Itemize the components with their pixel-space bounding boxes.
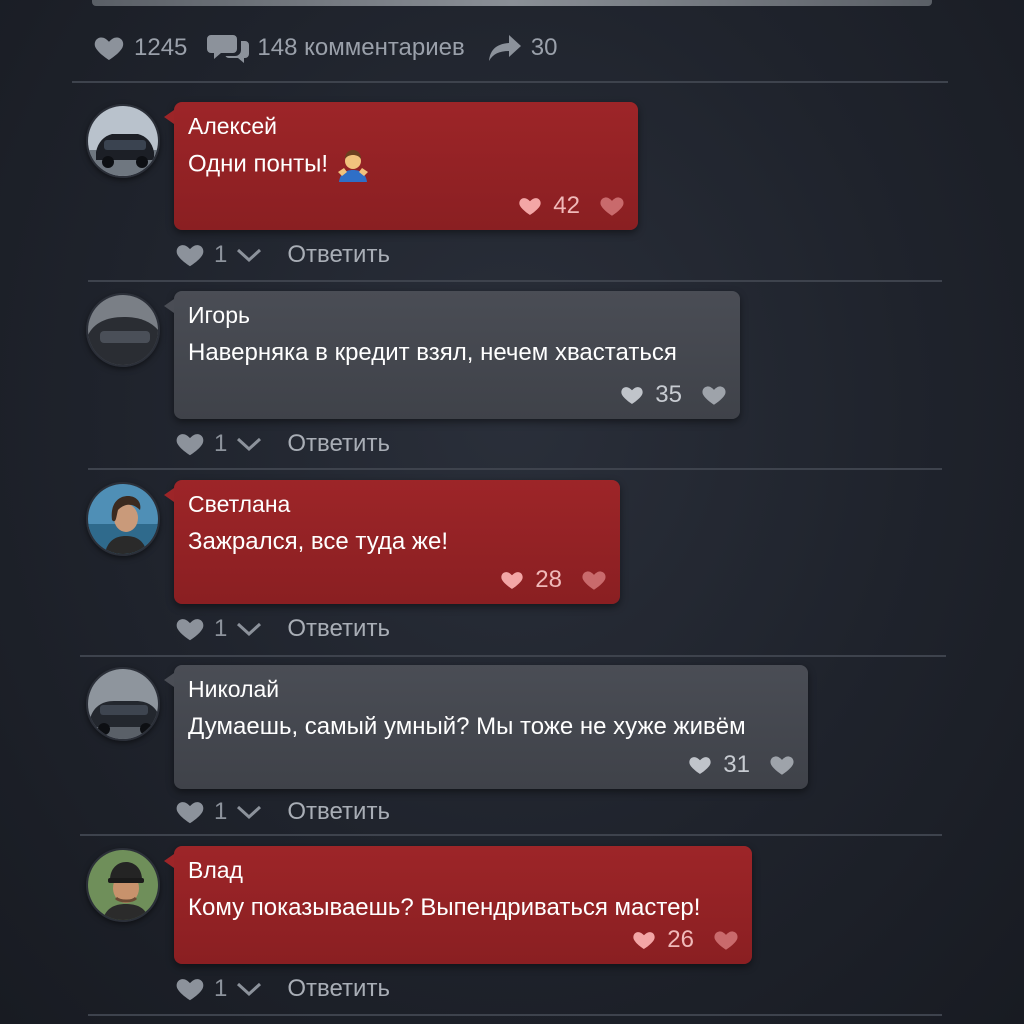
reaction-count: 1	[214, 975, 228, 1002]
comment-likes: 42	[517, 192, 626, 220]
heart-icon[interactable]	[174, 429, 206, 459]
heart-icon[interactable]	[174, 240, 206, 270]
comment-author[interactable]: Алексей	[188, 112, 622, 140]
avatar[interactable]	[86, 848, 160, 922]
comment-author[interactable]: Игорь	[188, 301, 724, 329]
comment-author[interactable]: Николай	[188, 675, 792, 703]
comment-likes: 28	[499, 566, 608, 594]
reply-button[interactable]: Ответить	[287, 798, 390, 826]
comment-author[interactable]: Светлана	[188, 490, 604, 518]
divider	[72, 81, 948, 83]
comment-text: Зажрался, все туда же!	[188, 528, 448, 555]
reaction-count: 1	[214, 430, 228, 457]
comment-text: Наверняка в кредит взял, нечем хвастатьс…	[188, 339, 677, 366]
like-count: 35	[655, 381, 682, 408]
heart-icon[interactable]	[174, 974, 206, 1004]
comment-likes: 31	[687, 751, 796, 779]
chevron-down-icon[interactable]	[235, 434, 263, 454]
comment-actions: 1 Ответить	[174, 614, 390, 644]
like-count: 26	[667, 926, 694, 953]
comment-actions: 1 Ответить	[174, 429, 390, 459]
heart-icon[interactable]	[598, 193, 626, 219]
comment-text: Думаешь, самый умный? Мы тоже не хуже жи…	[188, 713, 746, 740]
heart-icon[interactable]	[499, 568, 525, 592]
reply-button[interactable]: Ответить	[287, 615, 390, 643]
chevron-down-icon[interactable]	[235, 802, 263, 822]
heart-icon[interactable]	[768, 752, 796, 778]
divider	[88, 468, 942, 470]
avatar[interactable]	[86, 104, 160, 178]
comment-bubble: Николай Думаешь, самый умный? Мы тоже не…	[164, 665, 808, 789]
comment-likes: 35	[619, 381, 728, 409]
heart-icon[interactable]	[580, 567, 608, 593]
post-image[interactable]	[92, 0, 932, 6]
comment-likes: 26	[631, 926, 740, 954]
reply-button[interactable]: Ответить	[287, 241, 390, 269]
comment-bubble: Алексей Одни понты! 42	[164, 102, 638, 230]
post-like-button[interactable]: 1245	[92, 32, 187, 64]
chevron-down-icon[interactable]	[235, 619, 263, 639]
man-shrugging-emoji-icon	[337, 150, 368, 182]
divider	[80, 834, 942, 836]
avatar[interactable]	[86, 482, 160, 556]
heart-icon[interactable]	[517, 194, 543, 218]
reaction-count: 1	[214, 241, 228, 268]
reply-button[interactable]: Ответить	[287, 975, 390, 1003]
like-count: 28	[535, 566, 562, 593]
comment-text: Кому показываешь? Выпендриваться мастер!	[188, 894, 701, 921]
share-icon	[488, 35, 521, 61]
comment-bubble: Влад Кому показываешь? Выпендриваться ма…	[164, 846, 752, 964]
heart-icon[interactable]	[712, 927, 740, 953]
reply-button[interactable]: Ответить	[287, 430, 390, 458]
reaction-count: 1	[214, 798, 228, 825]
heart-icon[interactable]	[700, 382, 728, 408]
comment-text: Одни понты!	[188, 148, 622, 182]
post-like-count: 1245	[134, 34, 188, 61]
comment-actions: 1 Ответить	[174, 240, 390, 270]
comment-actions: 1 Ответить	[174, 797, 390, 827]
comment-bubble: Светлана Зажрался, все туда же! 28	[164, 480, 620, 604]
reaction-count: 1	[214, 615, 228, 642]
chevron-down-icon[interactable]	[235, 979, 263, 999]
heart-icon[interactable]	[631, 928, 657, 952]
comment-bubble: Игорь Наверняка в кредит взял, нечем хва…	[164, 291, 740, 419]
comments-icon	[207, 35, 250, 63]
heart-icon[interactable]	[687, 753, 713, 777]
post-share-count: 30	[530, 34, 558, 61]
divider	[80, 655, 946, 657]
divider	[88, 1014, 942, 1016]
heart-icon[interactable]	[174, 614, 206, 644]
heart-icon[interactable]	[619, 383, 645, 407]
post-comments-button[interactable]: 148 комментариев	[207, 31, 465, 65]
like-count: 31	[723, 751, 750, 778]
chevron-down-icon[interactable]	[235, 245, 263, 265]
comment-author[interactable]: Влад	[188, 856, 736, 884]
post-comments-count: 148 комментариев	[257, 34, 465, 61]
like-count: 42	[553, 192, 580, 219]
post-stats: 1245 148 комментариев 30	[92, 28, 557, 68]
avatar[interactable]	[86, 293, 160, 367]
divider	[88, 280, 942, 282]
post-share-button[interactable]: 30	[487, 33, 558, 63]
avatar[interactable]	[86, 667, 160, 741]
comment-actions: 1 Ответить	[174, 974, 390, 1004]
heart-icon	[94, 37, 124, 60]
heart-icon[interactable]	[174, 797, 206, 827]
